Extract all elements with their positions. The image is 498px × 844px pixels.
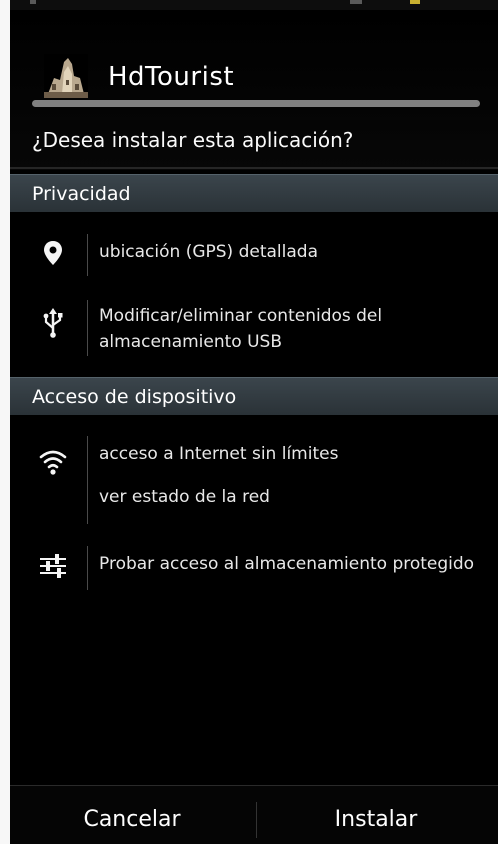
app-icon [44,54,88,98]
status-bar [10,0,498,10]
settings-sliders-icon [36,549,70,583]
permission-label-network-state: ver estado de la red [99,487,270,507]
location-pin-icon [36,236,70,270]
usb-icon [36,306,70,340]
section-header-device-access: Acceso de dispositivo [10,377,498,415]
permission-label-internet: acceso a Internet sin límites [99,444,339,464]
divider [10,167,498,169]
permission-label: Probar acceso al almacenamiento protegid… [99,554,475,574]
permission-label: ubicación (GPS) detallada [99,242,318,262]
app-header: HdTourist ¿Desea instalar esta aplicació… [10,10,498,170]
section-header-privacy: Privacidad [10,174,498,212]
app-name: HdTourist [108,62,235,92]
install-screen: HdTourist ¿Desea instalar esta aplicació… [10,0,498,844]
permission-label-line-2: almacenamiento USB [99,332,282,352]
permission-label-line-1: Modificar/eliminar contenidos del [99,306,383,326]
install-button[interactable]: Instalar [254,786,498,844]
wifi-icon [36,444,70,478]
install-question: ¿Desea instalar esta aplicación? [32,128,354,152]
cancel-button[interactable]: Cancelar [10,786,254,844]
header-divider [32,100,480,107]
button-bar: Cancelar Instalar [10,785,498,844]
